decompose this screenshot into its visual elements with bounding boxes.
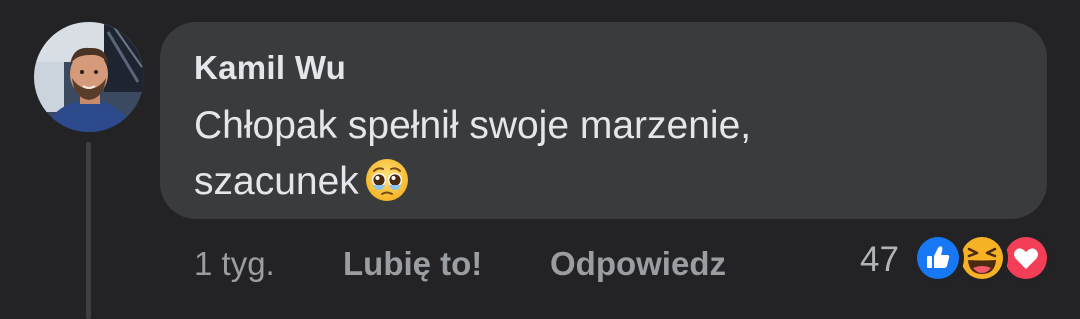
comment-text: Chłopak spełnił swoje marzenie, szacunek — [194, 98, 1014, 218]
like-button[interactable]: Lubię to! — [343, 244, 482, 284]
comment: Kamil Wu Chłopak spełnił swoje marzenie,… — [0, 0, 1080, 319]
reactions-summary[interactable] — [912, 232, 1052, 284]
comment-text-line-1: Chłopak spełnił swoje marzenie, — [194, 104, 752, 147]
reaction-count[interactable]: 47 — [860, 238, 899, 282]
comment-timestamp[interactable]: 1 tyg. — [194, 244, 275, 284]
reply-button[interactable]: Odpowiedz — [550, 244, 726, 284]
comment-bubble: Kamil Wu Chłopak spełnił swoje marzenie,… — [160, 22, 1047, 219]
avatar[interactable] — [34, 22, 144, 132]
comment-text-line-2: szacunek — [194, 160, 359, 203]
pleading-face-emoji-icon — [365, 158, 409, 218]
thread-line — [86, 142, 91, 319]
author-name[interactable]: Kamil Wu — [194, 48, 346, 88]
like-reaction-icon — [912, 232, 964, 284]
